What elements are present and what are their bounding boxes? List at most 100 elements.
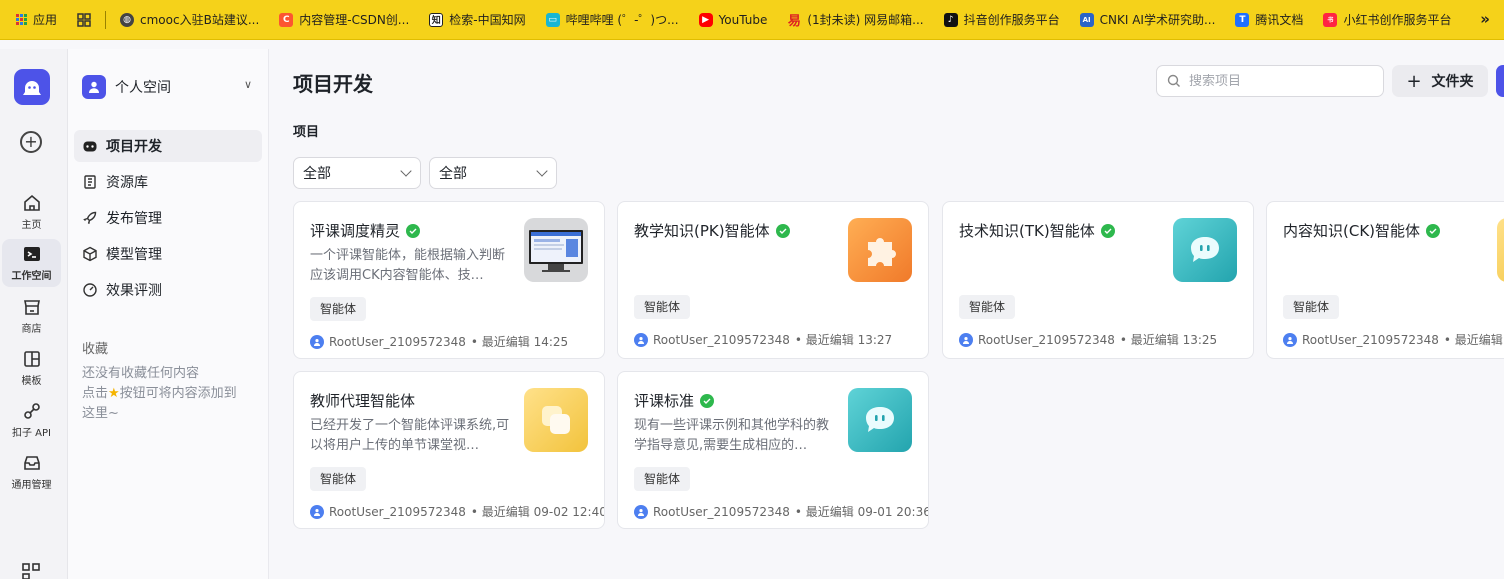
inbox-icon xyxy=(23,456,40,470)
bookmark-cnki[interactable]: 知 检索-中国知网 xyxy=(419,6,535,34)
cnki-ai-icon: AI xyxy=(1079,12,1094,27)
card-tag: 智能体 xyxy=(310,297,367,321)
apps-grid-icon xyxy=(16,14,27,25)
project-card[interactable]: 评课调度精灵 一个评课智能体，能根据输入判断应该调用CK内容智能体、技… 智能体… xyxy=(293,201,605,359)
bookmarks-more-button[interactable]: » xyxy=(1480,10,1490,28)
bookmark-label: 腾讯文档 xyxy=(1255,13,1304,27)
rail-item-home[interactable]: 主页 xyxy=(2,188,61,236)
home-icon xyxy=(23,194,40,211)
card-thumbnail xyxy=(848,388,912,452)
project-card[interactable]: 教师代理智能体 已经开发了一个智能体评课系统,可以将用户上传的单节课堂视… 智能… xyxy=(293,371,605,529)
nav-item-evaluation[interactable]: 效果评测 xyxy=(74,274,262,306)
rail-label: 扣子 API xyxy=(12,428,51,439)
bookmark-youtube[interactable]: ▶ YouTube xyxy=(689,6,778,34)
owner-filter-select[interactable]: 全部 xyxy=(429,157,557,189)
card-description: 现有一些评课示例和其他学科的教学指导意见,需要生成相应的… xyxy=(634,418,830,453)
bookmark-cnki-ai[interactable]: AI CNKI AI学术研究助... xyxy=(1070,6,1226,34)
bookmark-label: 哔哩哔哩 (゜-゜)つ... xyxy=(565,13,679,27)
card-title: 技术知识(TK)智能体 xyxy=(959,222,1095,240)
verified-icon xyxy=(700,393,715,408)
bookmark-csdn[interactable]: C 内容管理-CSDN创... xyxy=(269,6,419,34)
nav-item-project-dev[interactable]: 项目开发 xyxy=(74,130,262,162)
card-thumbnail xyxy=(1497,218,1504,282)
favorites-title: 收藏 xyxy=(82,342,109,357)
library-icon xyxy=(84,175,96,189)
nav-label: 资源库 xyxy=(106,175,148,191)
nav-label: 效果评测 xyxy=(106,283,162,299)
type-filter-select[interactable]: 全部 xyxy=(293,157,421,189)
section-title: 项目 xyxy=(293,125,320,140)
create-project-button[interactable] xyxy=(1496,65,1504,97)
bookmark-bilibili[interactable]: ▭ 哔哩哔哩 (゜-゜)つ... xyxy=(536,6,689,34)
card-title: 评课调度精灵 xyxy=(310,222,401,240)
xiaohongshu-icon: 书 xyxy=(1323,12,1338,27)
nav-item-publish[interactable]: 发布管理 xyxy=(74,202,262,234)
rail-label: 通用管理 xyxy=(11,480,52,491)
verified-icon xyxy=(1100,223,1115,238)
card-thumbnail xyxy=(848,218,912,282)
space-avatar xyxy=(82,75,106,99)
card-owner: RootUser_2109572348 xyxy=(978,332,1115,347)
project-card[interactable]: 技术知识(TK)智能体 智能体 RootUser_2109572348 • 最近编… xyxy=(942,201,1254,359)
bookmark-tencent-docs[interactable]: T 腾讯文档 xyxy=(1225,6,1313,34)
search-box[interactable] xyxy=(1156,65,1384,97)
netease-mail-icon: 易 xyxy=(787,12,802,29)
rail-label: 模板 xyxy=(21,376,42,387)
rail-label: 主页 xyxy=(21,220,42,231)
bookmark-netease-mail[interactable]: 易 (1封未读) 网易邮箱... xyxy=(777,6,933,34)
project-card[interactable]: 评课标准 现有一些评课示例和其他学科的教学指导意见,需要生成相应的… 智能体 R… xyxy=(617,371,929,529)
nav-item-models[interactable]: 模型管理 xyxy=(74,238,262,270)
card-edited: • 最近编辑 13:25 xyxy=(1119,333,1218,347)
search-input[interactable] xyxy=(1189,73,1369,89)
user-avatar-icon xyxy=(634,504,648,519)
new-folder-button[interactable]: + 文件夹 xyxy=(1392,65,1488,97)
app-logo[interactable] xyxy=(14,69,50,105)
rail-item-general-admin[interactable]: 通用管理 xyxy=(2,448,61,496)
bookmark-label: 应用 xyxy=(33,13,58,27)
favorites-empty-text: 点击 xyxy=(82,386,109,401)
card-title: 评课标准 xyxy=(634,392,695,410)
card-tag: 智能体 xyxy=(959,295,1016,319)
globe-icon: ◍ xyxy=(120,12,135,27)
space-switcher[interactable]: 个人空间 ∨ xyxy=(82,74,260,100)
rail-item-workspace[interactable]: 工作空间 xyxy=(2,239,61,287)
plus-icon: + xyxy=(1406,70,1422,92)
terminal-icon xyxy=(23,247,40,261)
bookmark-apps[interactable]: 应用 xyxy=(6,6,67,34)
workspace-sidebar: 个人空间 ∨ 项目开发 资源库 发布管理 模型管理 效果评测 收藏 还没有收藏任… xyxy=(68,49,269,579)
user-avatar-icon xyxy=(310,504,324,519)
rail-item-store[interactable]: 商店 xyxy=(2,292,61,340)
cnki-icon: 知 xyxy=(429,12,444,27)
card-title: 教师代理智能体 xyxy=(310,392,416,410)
card-title: 内容知识(CK)智能体 xyxy=(1283,222,1421,240)
bookmark-label: 小红书创作服务平台 xyxy=(1343,13,1452,27)
rail-label: 商店 xyxy=(21,324,42,335)
rail-item-api[interactable]: 扣子 API xyxy=(2,396,61,444)
expand-panel-icon[interactable] xyxy=(22,563,40,579)
bookmark-label: 检索-中国知网 xyxy=(449,13,526,27)
tab-grid-icon xyxy=(77,12,91,27)
rocket-icon xyxy=(83,211,97,224)
space-name: 个人空间 xyxy=(115,80,171,96)
bookmark-xiaohongshu[interactable]: 书 小红书创作服务平台 xyxy=(1313,6,1461,34)
card-tag: 智能体 xyxy=(634,467,691,491)
bookmark-label: cmooc入驻B站建议... xyxy=(140,13,260,27)
project-card[interactable]: 内容知识(CK)智能体 智能体 RootUser_2109572348 • 最近编… xyxy=(1266,201,1504,359)
bookmark-tab-grid[interactable] xyxy=(67,6,101,34)
project-card[interactable]: 教学知识(PK)智能体 智能体 RootUser_2109572348 • 最近编… xyxy=(617,201,929,359)
bookmark-douyin[interactable]: ♪ 抖音创作服务平台 xyxy=(934,6,1070,34)
nav-item-library[interactable]: 资源库 xyxy=(74,166,262,198)
favorites-empty-line: 点击★按钮可将内容添加到 xyxy=(82,384,262,404)
nav-label: 模型管理 xyxy=(106,247,162,263)
card-owner: RootUser_2109572348 xyxy=(329,334,466,349)
cube-icon xyxy=(83,246,97,262)
user-avatar-icon xyxy=(634,332,648,347)
user-avatar-icon xyxy=(310,334,324,349)
bookmark-label: (1封未读) 网易邮箱... xyxy=(807,13,924,27)
bookmark-cmooc[interactable]: ◍ cmooc入驻B站建议... xyxy=(110,6,269,34)
rail-item-template[interactable]: 模板 xyxy=(2,344,61,392)
verified-icon xyxy=(1426,223,1441,238)
star-icon: ★ xyxy=(108,386,120,401)
card-tag: 智能体 xyxy=(310,467,367,491)
create-icon[interactable]: + xyxy=(20,131,42,153)
